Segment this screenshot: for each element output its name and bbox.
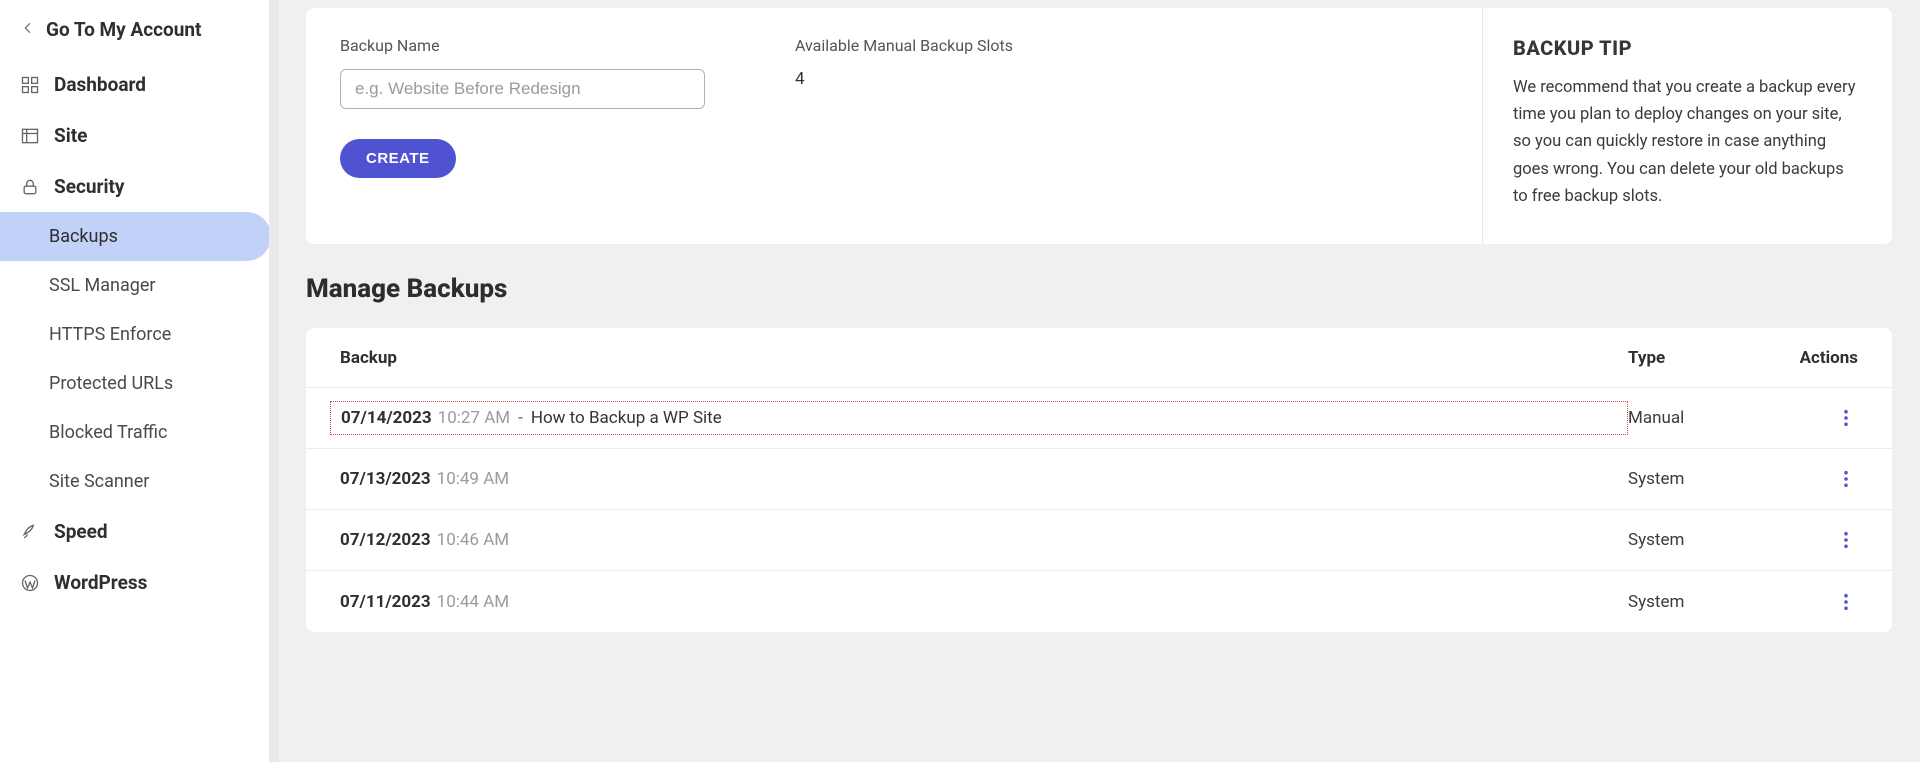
manage-backups-title: Manage Backups — [306, 274, 1892, 304]
backup-type: System — [1628, 592, 1778, 612]
backup-name-label: Backup Name — [340, 36, 705, 55]
col-header-type: Type — [1628, 348, 1778, 368]
row-actions-menu[interactable] — [1834, 467, 1858, 491]
security-subitems: Backups SSL Manager HTTPS Enforce Protec… — [0, 212, 277, 506]
tip-title: BACKUP TIP — [1513, 36, 1862, 60]
sidebar-item-label: Protected URLs — [49, 373, 173, 394]
backup-date: 07/13/2023 — [340, 469, 431, 489]
slots-value: 4 — [795, 69, 1013, 89]
site-icon — [20, 126, 40, 146]
sidebar-item-protected-urls[interactable]: Protected URLs — [0, 359, 271, 408]
sidebar-item-https-enforce[interactable]: HTTPS Enforce — [0, 310, 271, 359]
sidebar-item-site-scanner[interactable]: Site Scanner — [0, 457, 271, 506]
tip-text: We recommend that you create a backup ev… — [1513, 74, 1862, 210]
backup-cell-highlighted: 07/14/2023 10:27 AM - How to Backup a WP… — [330, 401, 1628, 435]
backup-name-text: How to Backup a WP Site — [531, 408, 722, 428]
nav-label: Site — [54, 124, 87, 147]
nav-label: WordPress — [54, 571, 147, 594]
speed-icon — [20, 522, 40, 542]
backup-type: System — [1628, 469, 1778, 489]
nav-site[interactable]: Site — [0, 110, 277, 161]
backup-type: System — [1628, 530, 1778, 550]
sidebar-item-label: Backups — [49, 226, 118, 247]
table-row: 07/12/2023 10:46 AM System — [306, 510, 1892, 571]
table-row: 07/11/2023 10:44 AM System — [306, 571, 1892, 632]
backup-type: Manual — [1628, 408, 1778, 428]
dashboard-icon — [20, 75, 40, 95]
backup-time: 10:49 AM — [437, 469, 509, 489]
backup-name-input[interactable] — [340, 69, 705, 109]
backup-date: 07/14/2023 — [341, 408, 432, 428]
backup-cell: 07/12/2023 10:46 AM — [340, 530, 1628, 550]
create-backup-card: Backup Name CREATE Available Manual Back… — [306, 8, 1892, 244]
backup-time: 10:46 AM — [437, 530, 509, 550]
table-row: 07/14/2023 10:27 AM - How to Backup a WP… — [306, 388, 1892, 449]
go-to-account-link[interactable]: Go To My Account — [0, 8, 277, 59]
row-actions-menu[interactable] — [1834, 528, 1858, 552]
table-header: Backup Type Actions — [306, 328, 1892, 388]
sidebar: Go To My Account Dashboard Site Security… — [0, 0, 278, 762]
sidebar-item-label: Site Scanner — [49, 471, 149, 492]
backups-table: Backup Type Actions 07/14/2023 10:27 AM … — [306, 328, 1892, 632]
wordpress-icon — [20, 573, 40, 593]
sidebar-item-label: SSL Manager — [49, 275, 156, 296]
nav-label: Speed — [54, 520, 108, 543]
backup-separator: - — [518, 408, 523, 428]
slots-label: Available Manual Backup Slots — [795, 36, 1013, 55]
backup-cell: 07/11/2023 10:44 AM — [340, 592, 1628, 612]
nav-dashboard[interactable]: Dashboard — [0, 59, 277, 110]
row-actions-menu[interactable] — [1834, 406, 1858, 430]
sidebar-item-label: Blocked Traffic — [49, 422, 167, 443]
backup-date: 07/12/2023 — [340, 530, 431, 550]
backup-date: 07/11/2023 — [340, 592, 431, 612]
sidebar-scrollbar[interactable] — [269, 0, 277, 762]
main-content: Backup Name CREATE Available Manual Back… — [278, 0, 1920, 762]
security-icon — [20, 177, 40, 197]
backup-cell: 07/13/2023 10:49 AM — [340, 469, 1628, 489]
nav-speed[interactable]: Speed — [0, 506, 277, 557]
row-actions-menu[interactable] — [1834, 590, 1858, 614]
sidebar-item-blocked-traffic[interactable]: Blocked Traffic — [0, 408, 271, 457]
sidebar-item-backups[interactable]: Backups — [0, 212, 271, 261]
backup-time: 10:44 AM — [437, 592, 509, 612]
arrow-left-icon — [20, 18, 36, 41]
col-header-actions: Actions — [1778, 348, 1858, 368]
create-backup-form: Backup Name CREATE Available Manual Back… — [306, 8, 1482, 244]
sidebar-item-ssl-manager[interactable]: SSL Manager — [0, 261, 271, 310]
backup-time: 10:27 AM — [438, 408, 510, 428]
account-link-label: Go To My Account — [46, 18, 201, 41]
col-header-backup: Backup — [340, 348, 1628, 368]
sidebar-item-label: HTTPS Enforce — [49, 324, 171, 345]
nav-label: Security — [54, 175, 124, 198]
nav-wordpress[interactable]: WordPress — [0, 557, 277, 608]
nav-security[interactable]: Security — [0, 161, 277, 212]
backup-tip-panel: BACKUP TIP We recommend that you create … — [1482, 8, 1892, 244]
table-row: 07/13/2023 10:49 AM System — [306, 449, 1892, 510]
nav-label: Dashboard — [54, 73, 146, 96]
create-button[interactable]: CREATE — [340, 139, 456, 178]
